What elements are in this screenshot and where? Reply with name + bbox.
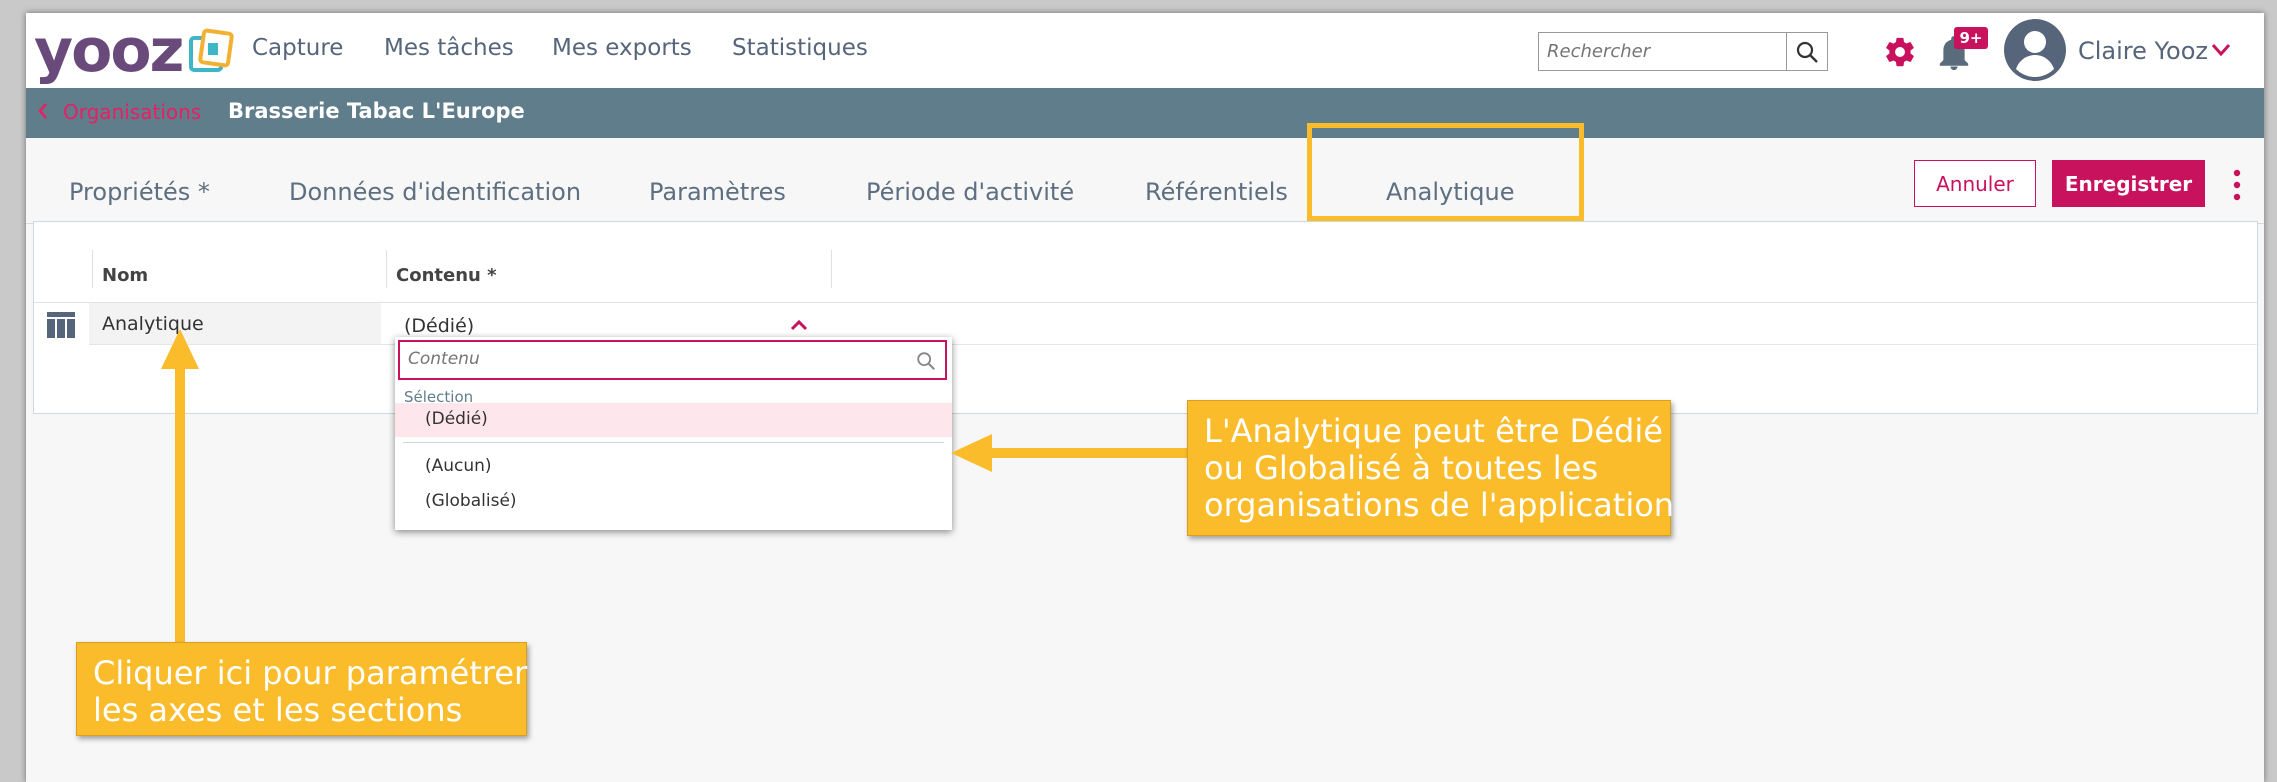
breadcrumb-parent-link[interactable]: Organisations: [63, 100, 201, 124]
notification-badge: 9+: [1954, 27, 1988, 49]
dropdown-divider: [403, 442, 944, 443]
row-name: Analytique: [102, 313, 204, 335]
tab-highlight-box: [1307, 123, 1584, 221]
chevron-down-icon[interactable]: [2211, 43, 2231, 57]
callout-line: ou Globalisé à toutes les: [1204, 449, 1599, 487]
nav-capture[interactable]: Capture: [252, 35, 343, 61]
search-icon: [1796, 41, 1818, 63]
nav-mes-taches[interactable]: Mes tâches: [384, 35, 514, 61]
yooz-logo[interactable]: yooz: [34, 16, 235, 86]
chevron-left-icon[interactable]: [36, 100, 50, 122]
option-label: (Aucun): [425, 456, 492, 476]
search-box: [1538, 32, 1828, 71]
chevron-up-icon[interactable]: [790, 319, 808, 331]
tab-proprietes[interactable]: Propriétés *: [69, 178, 210, 206]
table-columns-icon[interactable]: [46, 310, 76, 340]
column-header-contenu: Contenu *: [396, 265, 497, 286]
column-separator: [92, 250, 93, 288]
column-header-nom: Nom: [102, 265, 149, 286]
callout-line: organisations de l'application: [1204, 486, 1675, 524]
dropdown-option-dedie[interactable]: (Dédié): [395, 403, 952, 437]
callout-line: les axes et les sections: [93, 691, 463, 729]
tab-parametres[interactable]: Paramètres: [649, 178, 786, 206]
breadcrumb-current: Brasserie Tabac L'Europe: [228, 99, 525, 123]
gear-icon[interactable]: [1883, 35, 1917, 69]
search-icon: [917, 352, 935, 370]
callout-line: L'Analytique peut être Dédié: [1204, 412, 1663, 450]
user-name[interactable]: Claire Yooz: [2078, 37, 2208, 65]
save-button[interactable]: Enregistrer: [2052, 160, 2205, 207]
logo-text: yooz: [34, 16, 184, 86]
dropdown-option-globalise[interactable]: (Globalisé): [395, 485, 952, 519]
tab-referentiels[interactable]: Référentiels: [1145, 178, 1288, 206]
content-dropdown: Sélection (Dédié) (Aucun) (Globalisé): [395, 337, 952, 530]
callout-line: Cliquer ici pour paramétrer: [93, 654, 528, 692]
option-label: (Globalisé): [425, 491, 517, 511]
analytics-grid: Nom Contenu * Analytique (Dédié): [33, 221, 2259, 414]
search-button[interactable]: [1786, 33, 1827, 70]
annotation-callout-row: Cliquer ici pour paramétrer les axes et …: [76, 642, 527, 736]
dropdown-search-input[interactable]: [400, 342, 896, 376]
dropdown-search-box: [398, 340, 947, 380]
column-separator: [386, 250, 387, 288]
tab-periode-activite[interactable]: Période d'activité: [866, 178, 1074, 206]
kebab-menu-icon[interactable]: [2232, 168, 2242, 202]
search-input[interactable]: [1539, 33, 1795, 69]
cancel-button[interactable]: Annuler: [1914, 160, 2036, 207]
dropdown-option-aucun[interactable]: (Aucun): [395, 450, 952, 484]
nav-statistiques[interactable]: Statistiques: [732, 35, 868, 61]
option-label: (Dédié): [425, 409, 488, 429]
tab-donnees-identification[interactable]: Données d'identification: [289, 178, 581, 206]
row-content-select[interactable]: (Dédié): [404, 315, 474, 337]
user-avatar-icon[interactable]: [2004, 19, 2066, 81]
column-separator: [831, 250, 832, 288]
logo-mark-icon: [189, 28, 235, 72]
annotation-callout-content: L'Analytique peut être Dédié ou Globalis…: [1187, 400, 1675, 536]
breadcrumb: Organisations Brasserie Tabac L'Europe: [26, 88, 2264, 138]
top-navigation: yooz Capture Mes tâches Mes exports Stat…: [26, 13, 2264, 88]
nav-mes-exports[interactable]: Mes exports: [552, 35, 692, 61]
